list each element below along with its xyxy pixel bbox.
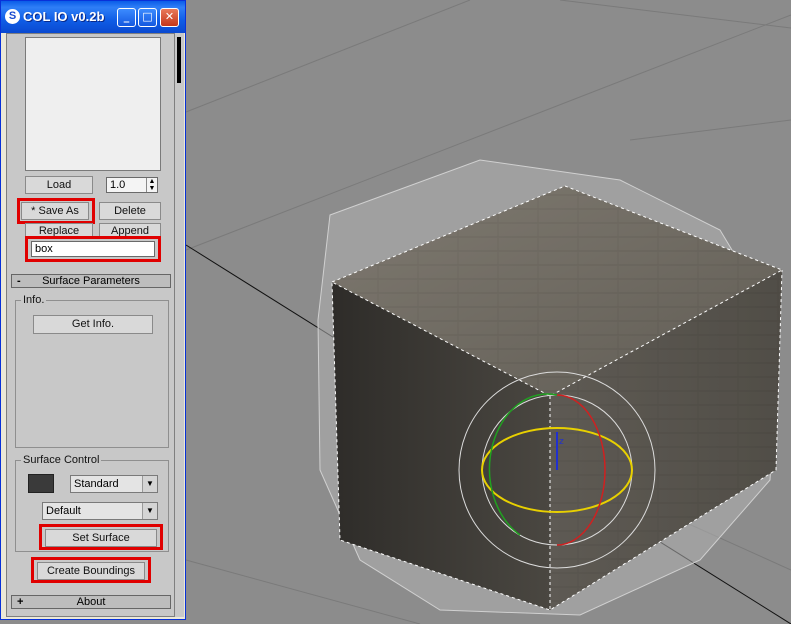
- maximize-button[interactable]: □: [138, 8, 157, 27]
- chevron-down-icon: ▼: [142, 476, 157, 492]
- highlight-set-surface: [39, 524, 163, 550]
- surface-color-swatch[interactable]: [28, 474, 54, 493]
- version-spinner[interactable]: 1.0 ▲ ▼: [106, 177, 158, 193]
- title-bar[interactable]: S COL IO v0.2b _ □ ✕: [1, 1, 185, 33]
- highlight-save-as: [17, 198, 95, 224]
- chevron-down-icon: ▼: [142, 503, 157, 519]
- surface-control-label: Surface Control: [21, 454, 102, 466]
- highlight-create-boundings: [31, 557, 151, 583]
- version-value: 1.0: [110, 179, 126, 191]
- load-button[interactable]: Load: [25, 176, 93, 194]
- about-rollout-title: About: [76, 596, 106, 608]
- collision-list[interactable]: [25, 37, 161, 171]
- minimize-button[interactable]: _: [117, 8, 136, 27]
- get-info-button[interactable]: Get Info.: [33, 315, 153, 334]
- part-select[interactable]: Default ▼: [42, 502, 158, 520]
- scrollbar-thumb[interactable]: [177, 37, 181, 83]
- material-select-value: Standard: [74, 478, 119, 490]
- about-rollout[interactable]: + About: [11, 595, 171, 609]
- material-select[interactable]: Standard ▼: [70, 475, 158, 493]
- rollout-title: Surface Parameters: [42, 275, 140, 287]
- panel-scrollbar[interactable]: [175, 33, 184, 617]
- rollout-panel: Load 1.0 ▲ ▼ * Save As Delete Replace App…: [6, 33, 175, 617]
- delete-button[interactable]: Delete: [99, 202, 161, 220]
- app-logo-icon: S: [5, 9, 20, 24]
- col-io-window: S COL IO v0.2b _ □ ✕ Load 1.0 ▲ ▼ * Save …: [0, 0, 186, 620]
- part-select-value: Default: [46, 505, 81, 517]
- surface-parameters-rollout[interactable]: - Surface Parameters: [11, 274, 171, 288]
- info-group-label: Info.: [21, 294, 47, 306]
- window-title: COL IO v0.2b: [23, 9, 105, 24]
- gizmo-z-label: z: [559, 437, 564, 447]
- spinner-arrows-icon[interactable]: ▲ ▼: [146, 178, 157, 192]
- highlight-name-input: [25, 236, 161, 262]
- close-button[interactable]: ✕: [160, 8, 179, 27]
